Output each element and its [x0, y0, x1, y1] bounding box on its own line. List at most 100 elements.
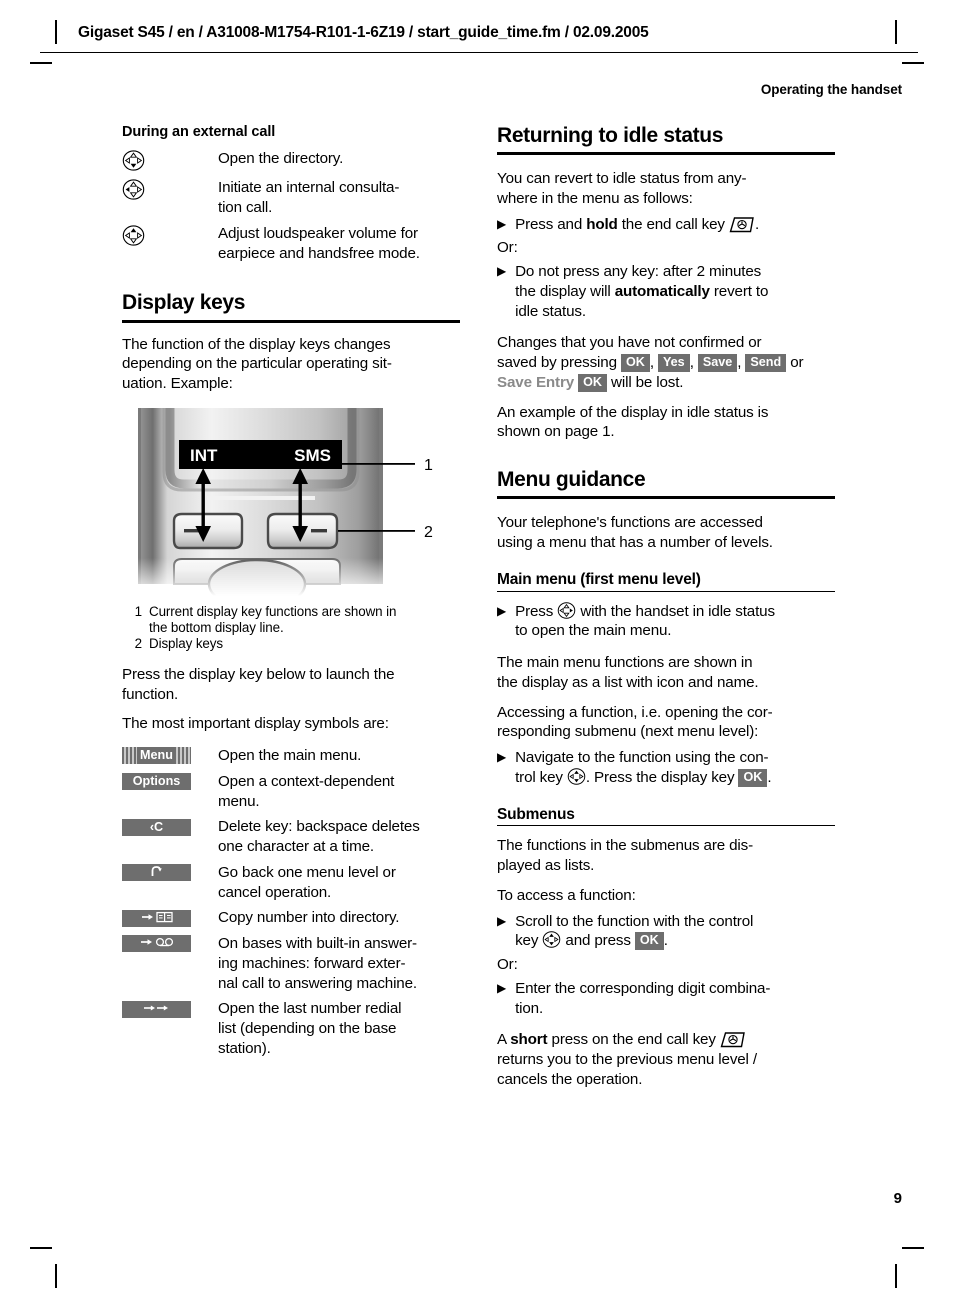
- idle-status-bullet-1: ▶ Press and hold the end call key .: [497, 215, 835, 235]
- crop-mark-bottom-right: [902, 1247, 924, 1249]
- symbol-row-text: Copy number into directory.: [218, 909, 400, 927]
- heading-display-keys: Display keys: [122, 291, 460, 323]
- external-call-row-text: Open the directory.: [218, 150, 344, 168]
- control-key-down-icon: [122, 149, 218, 172]
- ok-badge[interactable]: OK: [578, 373, 607, 392]
- figure-caption-number: 1: [134, 603, 142, 619]
- main-menu-bullet-1-text: Press with the handset in idle status to …: [515, 601, 775, 640]
- symbol-row-text: Delete key: backspace deletes one charact…: [218, 818, 420, 856]
- crop-mark-top-left: [30, 62, 52, 64]
- symbol-row-copy-directory: Copy number into directory.: [122, 908, 460, 928]
- idle-status-changes-text: Changes that you have not confirmed or sa…: [497, 334, 804, 392]
- submenus-para-2: To access a function:: [497, 886, 636, 904]
- back-arrow-badge-icon[interactable]: [122, 863, 218, 882]
- main-menu-para-2: Accessing a function, i.e. opening the c…: [497, 703, 773, 741]
- registration-mark-bottom-left: [55, 1264, 57, 1288]
- registration-mark-bottom-right: [895, 1264, 897, 1288]
- idle-status-example-text: An example of the display in idle status…: [497, 403, 769, 441]
- ok-badge[interactable]: OK: [620, 354, 650, 373]
- idle-status-bullet-1-text: Press and hold the end call key .: [515, 215, 760, 233]
- options-badge-icon[interactable]: Options: [122, 772, 218, 791]
- bullet-triangle-icon: ▶: [497, 264, 507, 279]
- registration-mark-top-right: [895, 20, 897, 44]
- idle-status-intro: You can revert to idle status from any-w…: [497, 170, 747, 207]
- main-menu-bullet-1: ▶ Press with the handset in idle status t…: [497, 601, 835, 642]
- symbol-row-back: Go back one menu level or cancel operatio…: [122, 863, 460, 903]
- backspace-badge-label: ‹C: [122, 818, 191, 836]
- symbol-row-backspace: ‹C Delete key: backspace deletes one char…: [122, 817, 460, 857]
- figure-callout-1: 1: [424, 457, 433, 474]
- heading-submenus: Submenus: [497, 806, 835, 827]
- last-number-redial-badge-icon[interactable]: [122, 999, 218, 1018]
- external-call-row: Open the directory.: [122, 149, 460, 172]
- main-menu-bullet-2: ▶ Navigate to the function using the con…: [497, 748, 835, 788]
- control-key-up-icon: [122, 224, 218, 247]
- display-label-int: INT: [190, 446, 218, 465]
- backspace-badge-icon[interactable]: ‹C: [122, 817, 218, 836]
- bullet-triangle-icon: ▶: [497, 216, 507, 231]
- idle-status-or-label: Or:: [497, 239, 518, 257]
- symbol-row-menu: Menu Open the main menu.: [122, 746, 460, 766]
- symbol-row-text: Open a context-dependent menu.: [218, 772, 395, 810]
- bullet-triangle-icon: ▶: [497, 750, 507, 765]
- control-key-icon: [567, 768, 586, 785]
- forward-to-answering-machine-badge-icon[interactable]: [122, 934, 218, 953]
- external-call-row-text: Adjust loudspeaker volume for earpiece an…: [218, 224, 420, 262]
- external-call-row: Adjust loudspeaker volume for earpiece an…: [122, 224, 460, 264]
- end-call-key-icon: [720, 1032, 745, 1048]
- right-column: Returning to idle status You can revert …: [497, 124, 835, 1090]
- control-key-right-icon: [558, 601, 576, 619]
- external-call-row-text: Initiate an internal consulta-tion call.: [218, 179, 400, 217]
- submenus-para-1: The functions in the submenus are dis-pl…: [497, 837, 754, 875]
- handset-illustration: INT SMS 1 2: [122, 407, 460, 596]
- registration-mark-top-left: [55, 20, 57, 44]
- header-rule: [40, 52, 918, 53]
- submenus-bullet-2-text: Enter the corresponding digit combina-ti…: [515, 979, 771, 1017]
- figure-caption-text: Current display key functions are shown …: [149, 603, 397, 636]
- menu-guidance-intro: Your telephone's functions are accessed u…: [497, 514, 773, 552]
- symbol-row-text: On bases with built-in answer-ing machin…: [218, 935, 417, 992]
- symbol-row-answering-machine: On bases with built-in answer-ing machin…: [122, 934, 460, 993]
- symbol-row-text: Go back one menu level or cancel operatio…: [218, 863, 396, 901]
- copy-to-directory-badge-icon[interactable]: [122, 908, 218, 927]
- ok-badge[interactable]: OK: [634, 932, 664, 951]
- menu-badge-label: Menu: [137, 747, 176, 765]
- crop-mark-bottom-left: [30, 1247, 52, 1249]
- send-badge[interactable]: Send: [745, 354, 787, 373]
- submenus-or-label: Or:: [497, 956, 518, 974]
- end-call-key-icon: [729, 216, 754, 232]
- symbols-intro-text: The most important display symbols are:: [122, 715, 389, 733]
- crop-mark-top-right: [902, 62, 924, 64]
- running-header: Gigaset S45 / en / A31008-M1754-R101-1-6…: [78, 24, 649, 41]
- left-column: During an external call Open the directo…: [122, 124, 460, 1065]
- heading-menu-guidance: Menu guidance: [497, 468, 835, 500]
- ok-badge[interactable]: OK: [738, 768, 768, 787]
- document-page: Gigaset S45 / en / A31008-M1754-R101-1-6…: [0, 0, 954, 1307]
- symbol-row-text: Open the last number redial list (dependi…: [218, 1000, 402, 1057]
- menu-badge-icon[interactable]: Menu: [122, 746, 218, 765]
- options-badge-label: Options: [122, 773, 191, 791]
- display-label-sms: SMS: [294, 446, 331, 465]
- figure-caption-1: 1 Current display key functions are show…: [122, 604, 460, 637]
- submenus-bullet-1: ▶ Scroll to the function with the contro…: [497, 912, 835, 952]
- control-key-left-icon: [122, 178, 218, 201]
- yes-badge[interactable]: Yes: [657, 354, 690, 373]
- idle-status-bullet-2-text: Do not press any key: after 2 minutes the…: [515, 263, 769, 320]
- submenus-bullet-2: ▶ Enter the corresponding digit combina-…: [497, 979, 835, 1019]
- bullet-triangle-icon: ▶: [497, 603, 507, 618]
- main-menu-para-1: The main menu functions are shown in the …: [497, 654, 759, 691]
- press-display-key-text: Press the display key below to launch th…: [122, 665, 395, 703]
- symbol-row-text: Open the main menu.: [218, 747, 362, 765]
- symbol-row-options: Options Open a context-dependent menu.: [122, 772, 460, 812]
- figure-caption-text: Display keys: [149, 636, 223, 652]
- figure-callout-2: 2: [424, 524, 433, 541]
- heading-returning-to-idle-status: Returning to idle status: [497, 124, 835, 156]
- symbol-row-redial: Open the last number redial list (dependi…: [122, 999, 460, 1058]
- save-badge[interactable]: Save: [697, 354, 738, 373]
- bullet-triangle-icon: ▶: [497, 980, 507, 995]
- figure-caption-2: 2 Display keys: [122, 636, 460, 652]
- idle-status-bullet-2: ▶ Do not press any key: after 2 minutes t…: [497, 262, 835, 321]
- save-entry-label: Save Entry: [497, 373, 575, 391]
- submenus-bullet-1-text: Scroll to the function with the control k…: [515, 912, 754, 951]
- figure-caption-number: 2: [134, 636, 142, 652]
